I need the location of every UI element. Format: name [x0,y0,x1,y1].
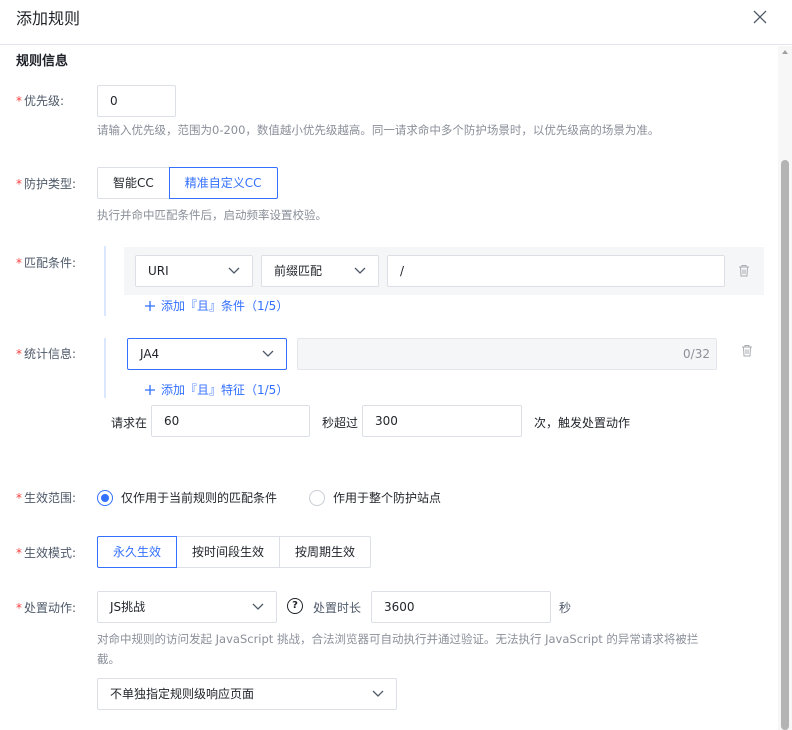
dialog-header: 添加规则 [0,0,792,45]
rate-seconds-input[interactable]: 60 [151,405,310,437]
mode-label: * 生效模式: [16,546,77,560]
plus-icon [145,301,155,311]
match-field-select[interactable]: URI [135,255,253,287]
duration-unit: 秒 [559,601,572,615]
priority-hint: 请输入优先级，范围为0-200，数值越小优先级越高。同一请求命中多个防护场景时，… [97,123,660,137]
stats-label: * 统计信息: [16,347,77,361]
plus-icon [145,385,155,395]
chevron-down-icon [228,267,240,274]
close-icon[interactable] [752,9,768,25]
match-operator-value: 前缀匹配 [274,264,323,278]
chevron-down-icon [252,603,264,610]
dialog-title: 添加规则 [16,9,81,28]
match-field-value: URI [148,264,169,278]
required-mark: * [16,347,22,361]
action-label: * 处置动作: [16,601,77,615]
stats-value-counter: 0/32 [683,347,710,361]
required-mark: * [16,601,22,615]
scrollbar-thumb[interactable] [781,160,789,730]
match-group-line [104,246,106,316]
response-page-select[interactable]: 不单独指定规则级响应页面 [97,678,397,710]
chevron-down-icon [354,267,366,274]
match-value-input[interactable]: / [387,255,725,287]
mode-periodic[interactable]: 按周期生效 [279,536,372,568]
priority-input[interactable]: 0 [97,85,176,117]
section-title: 规则信息 [16,54,69,69]
required-mark: * [16,491,22,505]
priority-label: * 优先级: [16,94,65,108]
rate-prefix: 请求在 [111,416,148,430]
required-mark: * [16,177,22,191]
scroll-up-arrow-icon[interactable] [782,50,788,54]
protect-type-label: * 防护类型: [16,177,77,191]
required-mark: * [16,256,22,270]
action-select[interactable]: JS挑战 [97,591,277,623]
stats-field-select[interactable]: JA4 [127,338,287,370]
mode-selector: 永久生效 按时间段生效 按周期生效 [97,536,372,568]
radio-unchecked [309,489,325,506]
protect-type-custom-cc[interactable]: 精准自定义CC [168,167,278,199]
scope-option-current[interactable]: 仅作用于当前规则的匹配条件 [97,489,277,506]
add-and-feature-link[interactable]: 添加『且』特征（1/5） [145,381,288,398]
mode-permanent[interactable]: 永久生效 [97,536,178,568]
match-operator-select[interactable]: 前缀匹配 [261,255,379,287]
rate-middle: 秒超过 [322,416,359,430]
radio-checked [97,489,113,506]
trash-icon[interactable] [741,344,753,357]
rate-suffix: 次，触发处置动作 [534,416,631,430]
required-mark: * [16,94,22,108]
match-label: * 匹配条件: [16,256,77,270]
protect-type-hint: 执行并命中匹配条件后，启动频率设置校验。 [97,208,327,222]
stats-field-value: JA4 [140,347,160,361]
action-value: JS挑战 [110,600,146,614]
response-page-value: 不单独指定规则级响应页面 [110,687,255,701]
add-and-condition-link[interactable]: 添加『且』条件（1/5） [145,297,288,314]
protect-type-selector: 智能CC 精准自定义CC [97,167,278,199]
rate-count-input[interactable]: 300 [362,405,522,437]
duration-input[interactable]: 3600 [371,591,551,623]
trash-icon[interactable] [738,264,750,277]
scope-label: * 生效范围: [16,491,77,505]
scope-option-site[interactable]: 作用于整个防护站点 [309,489,441,506]
duration-label: 处置时长 [313,601,362,615]
stats-group-line [104,338,106,398]
question-circle-icon[interactable]: ? [287,598,303,614]
mode-time-range[interactable]: 按时间段生效 [176,536,281,568]
required-mark: * [16,546,22,560]
stats-value-input[interactable]: 0/32 [297,338,717,370]
chevron-down-icon [372,690,384,697]
protect-type-smart-cc[interactable]: 智能CC [97,167,170,199]
chevron-down-icon [262,350,274,357]
action-hint: 对命中规则的访问发起 JavaScript 挑战，合法浏览器可自动执行并通过验证… [97,632,699,666]
